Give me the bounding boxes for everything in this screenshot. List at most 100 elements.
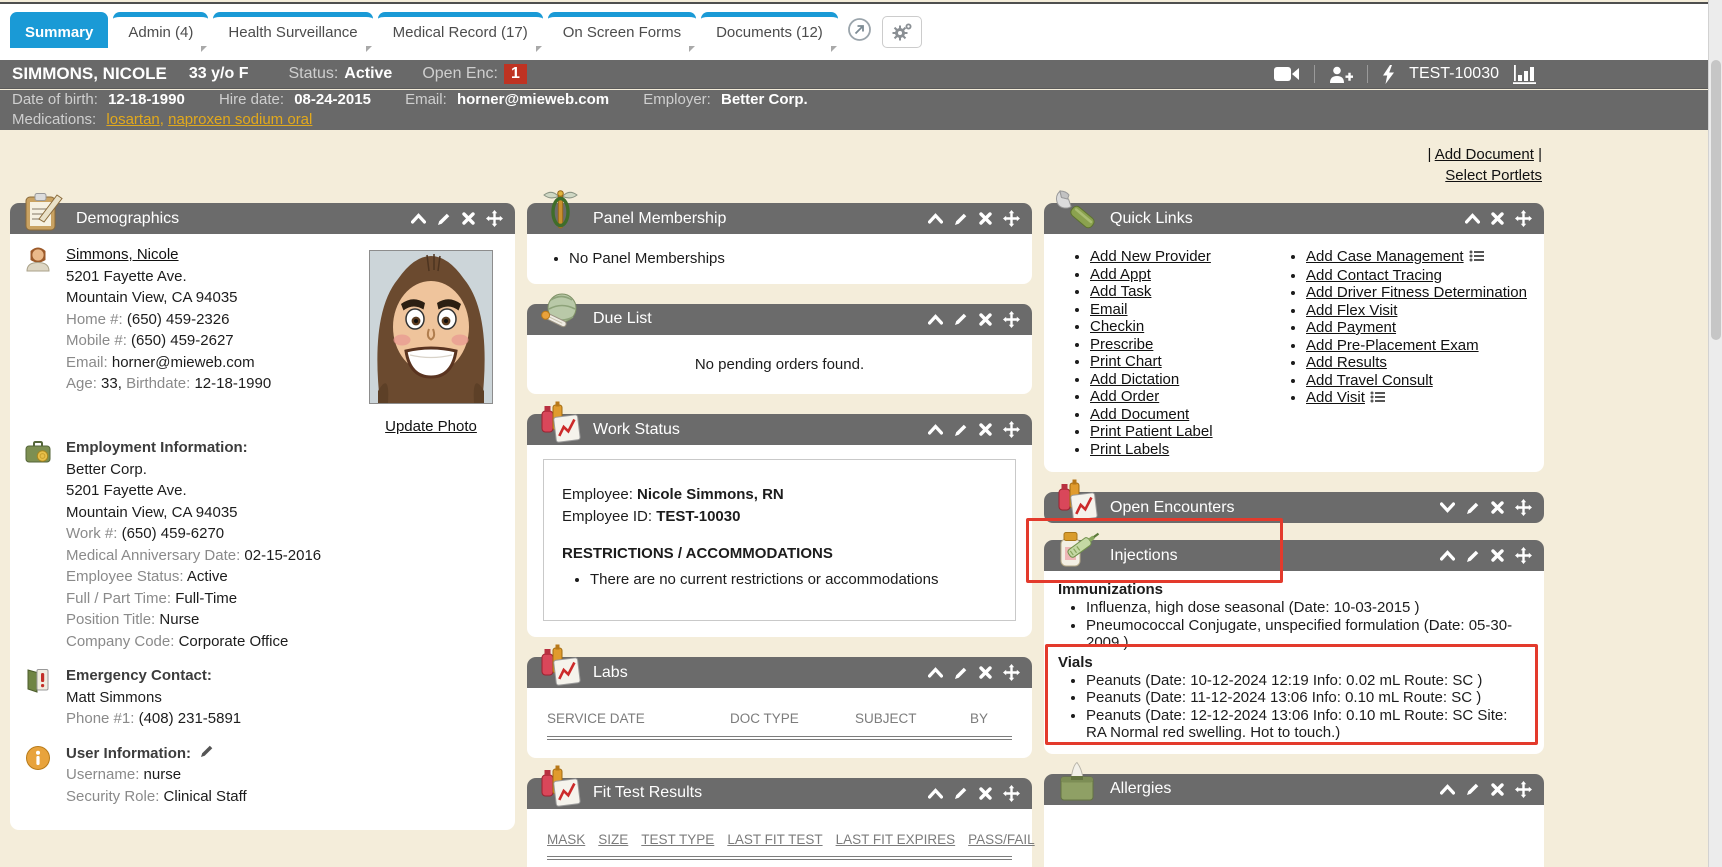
collapse-chevron-icon[interactable] (928, 424, 943, 435)
collapse-chevron-icon[interactable] (928, 667, 943, 678)
open-encounters-header[interactable]: Open Encounters (1044, 492, 1544, 523)
scrollbar-thumb[interactable] (1711, 60, 1721, 340)
collapse-chevron-icon[interactable] (928, 213, 943, 224)
edit-pencil-icon[interactable] (954, 423, 968, 437)
column-header[interactable]: SERVICE DATE (547, 708, 730, 730)
tab-summary[interactable]: Summary (10, 12, 108, 48)
quick-link[interactable]: Email (1090, 301, 1128, 318)
settings-button[interactable] (882, 16, 922, 48)
panel-membership-header[interactable]: Panel Membership (527, 203, 1032, 234)
move-icon[interactable] (1515, 499, 1532, 516)
close-icon[interactable] (1491, 549, 1504, 562)
quick-link[interactable]: Add New Provider (1090, 248, 1211, 265)
close-icon[interactable] (1491, 212, 1504, 225)
collapse-chevron-icon[interactable] (411, 213, 426, 224)
close-icon[interactable] (979, 212, 992, 225)
quick-link[interactable]: Add Appt (1090, 266, 1151, 283)
video-camera-icon[interactable] (1274, 66, 1300, 82)
lightning-icon[interactable] (1382, 65, 1395, 84)
move-icon[interactable] (1003, 210, 1020, 227)
quick-links-header[interactable]: Quick Links (1044, 203, 1544, 234)
move-icon[interactable] (1003, 785, 1020, 802)
edit-pencil-icon[interactable] (954, 666, 968, 680)
quick-link[interactable]: Add Travel Consult (1306, 372, 1433, 389)
tab-documents[interactable]: Documents (12) (701, 12, 838, 48)
tab-on-screen-forms[interactable]: On Screen Forms (548, 12, 696, 48)
quick-link[interactable]: Add Pre-Placement Exam (1306, 337, 1479, 354)
edit-pencil-icon[interactable] (954, 312, 968, 326)
injections-header[interactable]: Injections (1044, 540, 1544, 571)
edit-pencil-icon[interactable] (1466, 549, 1480, 563)
list-icon[interactable] (1370, 390, 1386, 407)
page-scrollbar[interactable] (1708, 0, 1722, 867)
close-icon[interactable] (979, 313, 992, 326)
quick-link[interactable]: Checkin (1090, 318, 1144, 335)
select-portlets-link[interactable]: Select Portlets (1445, 167, 1542, 184)
move-icon[interactable] (1003, 311, 1020, 328)
collapse-chevron-icon[interactable] (1465, 213, 1480, 224)
quick-link[interactable]: Add Dictation (1090, 371, 1179, 388)
edit-pencil-icon[interactable] (437, 212, 451, 226)
column-header-link[interactable]: LAST FIT TEST (727, 829, 822, 851)
allergies-header[interactable]: Allergies (1044, 774, 1544, 805)
close-icon[interactable] (462, 212, 475, 225)
quick-link[interactable]: Add Results (1306, 354, 1387, 371)
edit-pencil-icon[interactable] (1466, 501, 1480, 515)
quick-link[interactable]: Prescribe (1090, 336, 1153, 353)
list-icon[interactable] (1469, 249, 1485, 266)
edit-pencil-icon[interactable] (1466, 782, 1480, 796)
move-icon[interactable] (1515, 547, 1532, 564)
move-icon[interactable] (1003, 421, 1020, 438)
quick-link[interactable]: Add Flex Visit (1306, 302, 1397, 319)
edit-user-pencil-icon[interactable] (200, 744, 214, 758)
quick-link[interactable]: Print Chart (1090, 353, 1162, 370)
tab-admin[interactable]: Admin (4) (113, 12, 208, 48)
flowsheet-chart-icon[interactable] (1513, 65, 1538, 84)
quick-link[interactable]: Print Labels (1090, 441, 1169, 458)
column-header-link[interactable]: LAST FIT EXPIRES (836, 829, 956, 851)
quick-link[interactable]: Add Order (1090, 388, 1159, 405)
close-icon[interactable] (1491, 783, 1504, 796)
person-add-icon[interactable] (1329, 66, 1353, 83)
labs-header[interactable]: Labs (527, 657, 1032, 688)
quick-link[interactable]: Add Payment (1306, 319, 1396, 336)
column-header[interactable]: DOC TYPE (730, 708, 855, 730)
move-icon[interactable] (1515, 781, 1532, 798)
tab-medical-record[interactable]: Medical Record (17) (378, 12, 543, 48)
fit-test-results-header[interactable]: Fit Test Results (527, 778, 1032, 809)
quick-link[interactable]: Print Patient Label (1090, 423, 1213, 440)
patient-name-link[interactable]: Simmons, Nicole (66, 246, 179, 263)
quick-link[interactable]: Add Contact Tracing (1306, 267, 1442, 284)
edit-pencil-icon[interactable] (954, 786, 968, 800)
quick-link[interactable]: Add Task (1090, 283, 1151, 300)
quick-link[interactable]: Add Driver Fitness Determination (1306, 284, 1527, 301)
move-icon[interactable] (486, 210, 503, 227)
quick-link[interactable]: Add Visit (1306, 389, 1365, 406)
close-icon[interactable] (979, 423, 992, 436)
tab-health-surveillance[interactable]: Health Surveillance (213, 12, 372, 48)
collapse-chevron-icon[interactable] (928, 788, 943, 799)
quick-link[interactable]: Add Case Management (1306, 248, 1464, 265)
expand-chevron-icon[interactable] (1440, 502, 1455, 513)
work-status-header[interactable]: Work Status (527, 414, 1032, 445)
column-header[interactable]: BY (970, 708, 988, 730)
column-header-link[interactable]: MASK (547, 829, 585, 851)
column-header-link[interactable]: SIZE (598, 829, 628, 851)
edit-pencil-icon[interactable] (954, 212, 968, 226)
collapse-chevron-icon[interactable] (1440, 550, 1455, 561)
move-icon[interactable] (1003, 664, 1020, 681)
close-icon[interactable] (979, 787, 992, 800)
add-document-link[interactable]: Add Document (1435, 146, 1534, 163)
open-encounter-badge[interactable]: 1 (504, 64, 527, 84)
move-icon[interactable] (1515, 210, 1532, 227)
due-list-header[interactable]: Due List (527, 304, 1032, 335)
collapse-chevron-icon[interactable] (1440, 784, 1455, 795)
column-header-link[interactable]: PASS/FAIL (968, 829, 1035, 851)
column-header[interactable]: SUBJECT (855, 708, 970, 730)
collapse-chevron-icon[interactable] (928, 314, 943, 325)
close-icon[interactable] (1491, 501, 1504, 514)
column-header-link[interactable]: TEST TYPE (641, 829, 714, 851)
demographics-portlet-header[interactable]: Demographics (10, 203, 515, 234)
medication-link[interactable]: naproxen sodium oral (168, 111, 312, 128)
update-photo-link[interactable]: Update Photo (385, 416, 477, 438)
